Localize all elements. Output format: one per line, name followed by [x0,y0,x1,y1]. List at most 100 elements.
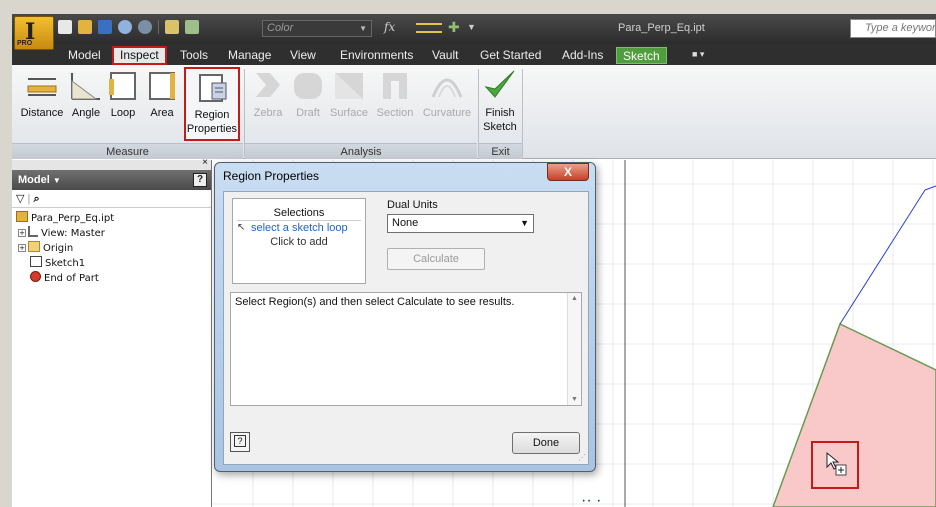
browser-toolbar: ▽ | ⌕ [12,190,211,208]
tab-get-started[interactable]: Get Started [474,47,547,64]
color-override-dropdown[interactable]: Color ▼ [262,20,372,37]
pointer-icon: ↖ [237,222,246,233]
tree-item-view[interactable]: + View: Master [16,226,211,241]
tab-environments[interactable]: Environments [334,47,419,64]
draft-icon [294,73,322,99]
tree-item-sketch[interactable]: Sketch1 [16,256,211,271]
surface-button[interactable]: Surface [326,67,372,120]
selections-header: Selections [237,205,361,221]
select-sketch-loop-link[interactable]: ↖ select a sketch loop [233,222,365,234]
model-browser: × Model ▼ ? ▽ | ⌕ Para_Perp_Eq.ipt + View… [12,157,212,507]
save-icon[interactable] [98,20,112,34]
zebra-button[interactable]: Zebra [246,67,290,120]
selections-box[interactable]: Selections ↖ select a sketch loop Click … [232,198,366,284]
resize-grip-icon[interactable]: ⋰ [578,453,586,462]
tree-item-part[interactable]: Para_Perp_Eq.ipt [16,211,211,226]
scroll-down-icon[interactable]: ▼ [571,396,578,403]
chevron-down-icon: ▼ [520,218,529,228]
dialog-body: Selections ↖ select a sketch loop Click … [223,191,589,465]
angle-button[interactable]: Angle [68,67,104,120]
customize-chevron-icon[interactable]: ▼ [467,22,476,32]
new-file-icon[interactable] [58,20,72,34]
distance-label: Distance [20,107,64,119]
loop-button[interactable]: Loop [104,67,142,120]
tree-item-origin[interactable]: + Origin [16,241,211,256]
surface-icon [335,73,363,99]
folder-icon [28,241,40,252]
ribbon-panel: Distance Angle Loop Area Region Properti… [12,65,936,159]
close-icon[interactable]: × [202,157,208,168]
update-icon[interactable] [185,20,199,34]
section-button[interactable]: Section [372,67,418,120]
add-tool-icon[interactable]: ✚ [448,19,460,36]
loop-label: Loop [110,107,136,119]
tree-item-label: View: Master [41,228,105,239]
finish-sketch-label: Finish Sketch [483,107,517,133]
click-to-add-hint: Click to add [270,236,328,248]
select-icon[interactable] [165,20,179,34]
curvature-button[interactable]: Curvature [418,67,476,120]
expand-icon[interactable]: + [18,229,26,237]
tab-tools[interactable]: Tools [174,47,214,64]
results-textarea[interactable]: Select Region(s) and then select Calcula… [230,292,582,406]
dual-units-value: None [392,217,419,229]
tab-model[interactable]: Model [62,47,107,64]
close-button[interactable]: X [547,163,589,181]
results-scrollbar[interactable]: ▲ ▼ [567,293,581,405]
region-properties-button[interactable]: Region Properties [184,67,240,141]
angle-label: Angle [71,107,101,119]
area-button[interactable]: Area [142,67,182,120]
measure-tool-icon[interactable] [416,23,442,33]
tab-inspect[interactable]: Inspect [112,46,167,65]
draft-button[interactable]: Draft [290,67,326,120]
expand-icon[interactable]: + [18,244,26,252]
select-sketch-loop-label: select a sketch loop [251,222,348,234]
distance-button[interactable]: Distance [16,67,68,120]
calculate-button[interactable]: Calculate [387,248,485,270]
color-placeholder: Color [267,22,294,34]
finish-sketch-button[interactable]: Finish Sketch [480,67,520,134]
ribbon-options-icon[interactable]: ■ ▾ [692,49,714,60]
tab-manage[interactable]: Manage [222,47,277,64]
region-properties-label: Region Properties [186,109,238,135]
tab-view[interactable]: View [284,47,322,64]
document-title: Para_Perp_Eq.ipt [618,22,705,34]
quick-access-toolbar [58,20,199,34]
filter-icon[interactable]: ▽ [16,193,24,205]
tab-add-ins[interactable]: Add-Ins [556,47,609,64]
open-folder-icon[interactable] [78,20,92,34]
tree-item-end-of-part[interactable]: End of Part [16,271,211,286]
zebra-label: Zebra [253,107,283,119]
tab-sketch[interactable]: Sketch [616,47,667,64]
curvature-label: Curvature [422,107,472,119]
zebra-icon [256,73,280,97]
curvature-icon [431,78,463,98]
tree-item-label: Origin [43,243,74,254]
area-label: Area [150,107,174,119]
help-icon[interactable]: ? [193,173,207,187]
angle-icon [71,73,100,100]
panel-grip[interactable]: × [12,157,211,170]
tab-vault[interactable]: Vault [426,47,464,64]
help-button[interactable]: ? [230,432,250,452]
application-menu-button[interactable]: I PRO [14,16,54,50]
surface-label: Surface [330,107,368,119]
dialog-title: Region Properties [223,169,320,183]
view-icon [28,226,38,237]
scroll-up-icon[interactable]: ▲ [571,295,578,302]
tree-item-label: Para_Perp_Eq.ipt [31,213,115,224]
done-button[interactable]: Done [512,432,580,454]
search-placeholder: Type a keyword o [865,22,936,34]
browser-header[interactable]: Model ▼ ? [12,170,211,190]
checkmark-icon [484,70,515,98]
redo-icon[interactable] [138,20,152,34]
area-icon [149,72,175,100]
undo-icon[interactable] [118,20,132,34]
sketch-line [924,185,936,191]
dual-units-select[interactable]: None ▼ [387,214,534,233]
parameters-icon[interactable]: fx [384,20,395,34]
draft-label: Draft [296,107,320,119]
find-icon[interactable]: ⌕ [33,193,39,205]
search-input[interactable]: ▶ Type a keyword o [850,19,936,38]
title-bar: Color ▼ fx ✚ ▼ Para_Perp_Eq.ipt ▶ Type a… [12,14,936,44]
